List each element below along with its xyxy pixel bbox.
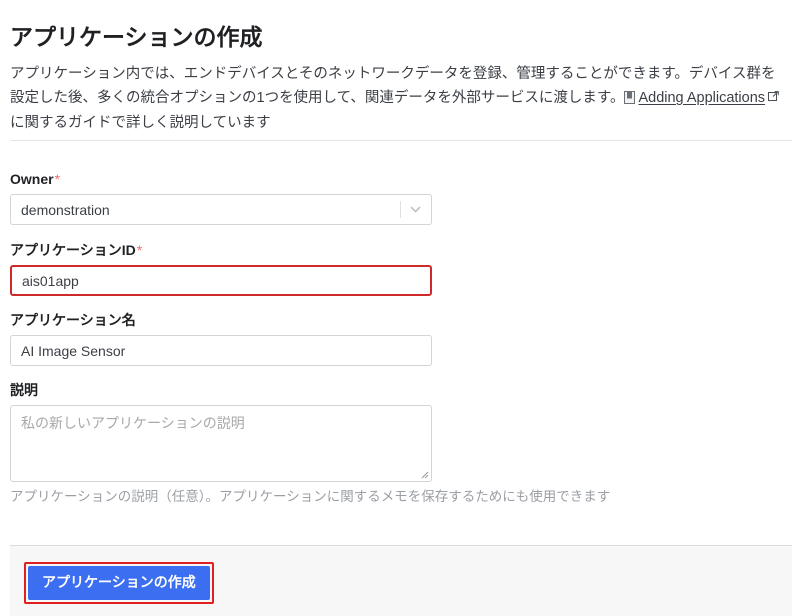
select-separator [400,201,401,218]
description-help-text: アプリケーションの説明（任意）。アプリケーションに関するメモを保存するためにも使… [10,489,611,504]
application-id-input[interactable] [12,267,430,294]
form-footer: アプリケーションの作成 [10,545,792,616]
adding-applications-link[interactable]: Adding Applications [638,90,765,106]
submit-button-highlight: アプリケーションの作成 [24,562,214,604]
owner-select-arrow-area[interactable] [400,195,431,224]
owner-label: Owner* [10,170,440,188]
external-link-icon [768,86,779,101]
page-description: アプリケーション内では、エンドデバイスとそのネットワークデータを登録、管理するこ… [10,62,782,136]
application-id-required-mark: * [136,242,143,258]
field-application-name: アプリケーション名 [10,311,440,366]
intro-text-after-link: に関するガイドで詳しく説明しています [10,114,271,131]
header-divider [10,140,792,141]
owner-label-text: Owner [10,171,54,187]
owner-required-mark: * [54,171,61,187]
owner-select-value[interactable] [11,195,400,224]
description-label: 説明 [10,382,38,398]
create-application-page: アプリケーションの作成 アプリケーション内では、エンドデバイスとそのネットワーク… [0,0,792,616]
chevron-down-icon[interactable] [409,203,422,216]
create-application-submit-button[interactable]: アプリケーションの作成 [28,566,210,600]
application-id-input-wrapper[interactable] [10,265,432,296]
field-owner: Owner* [10,170,440,225]
field-description: 説明 アプリケーションの説明（任意）。アプリケーションに関するメモを保存するため… [10,381,611,507]
page-title: アプリケーションの作成 [10,24,263,51]
application-id-label: アプリケーションID* [10,241,440,259]
application-name-label: アプリケーション名 [10,312,136,328]
description-textarea[interactable] [11,406,431,481]
owner-select[interactable] [10,194,432,225]
description-textarea-wrapper[interactable] [10,405,432,482]
field-application-id: アプリケーションID* [10,241,440,296]
book-icon [624,88,636,104]
create-application-form: Owner* アプリケーションID* アプリケーション名 [10,170,611,507]
application-name-input-wrapper[interactable] [10,335,432,366]
application-id-label-text: アプリケーションID [10,242,136,258]
application-name-input[interactable] [11,336,431,365]
